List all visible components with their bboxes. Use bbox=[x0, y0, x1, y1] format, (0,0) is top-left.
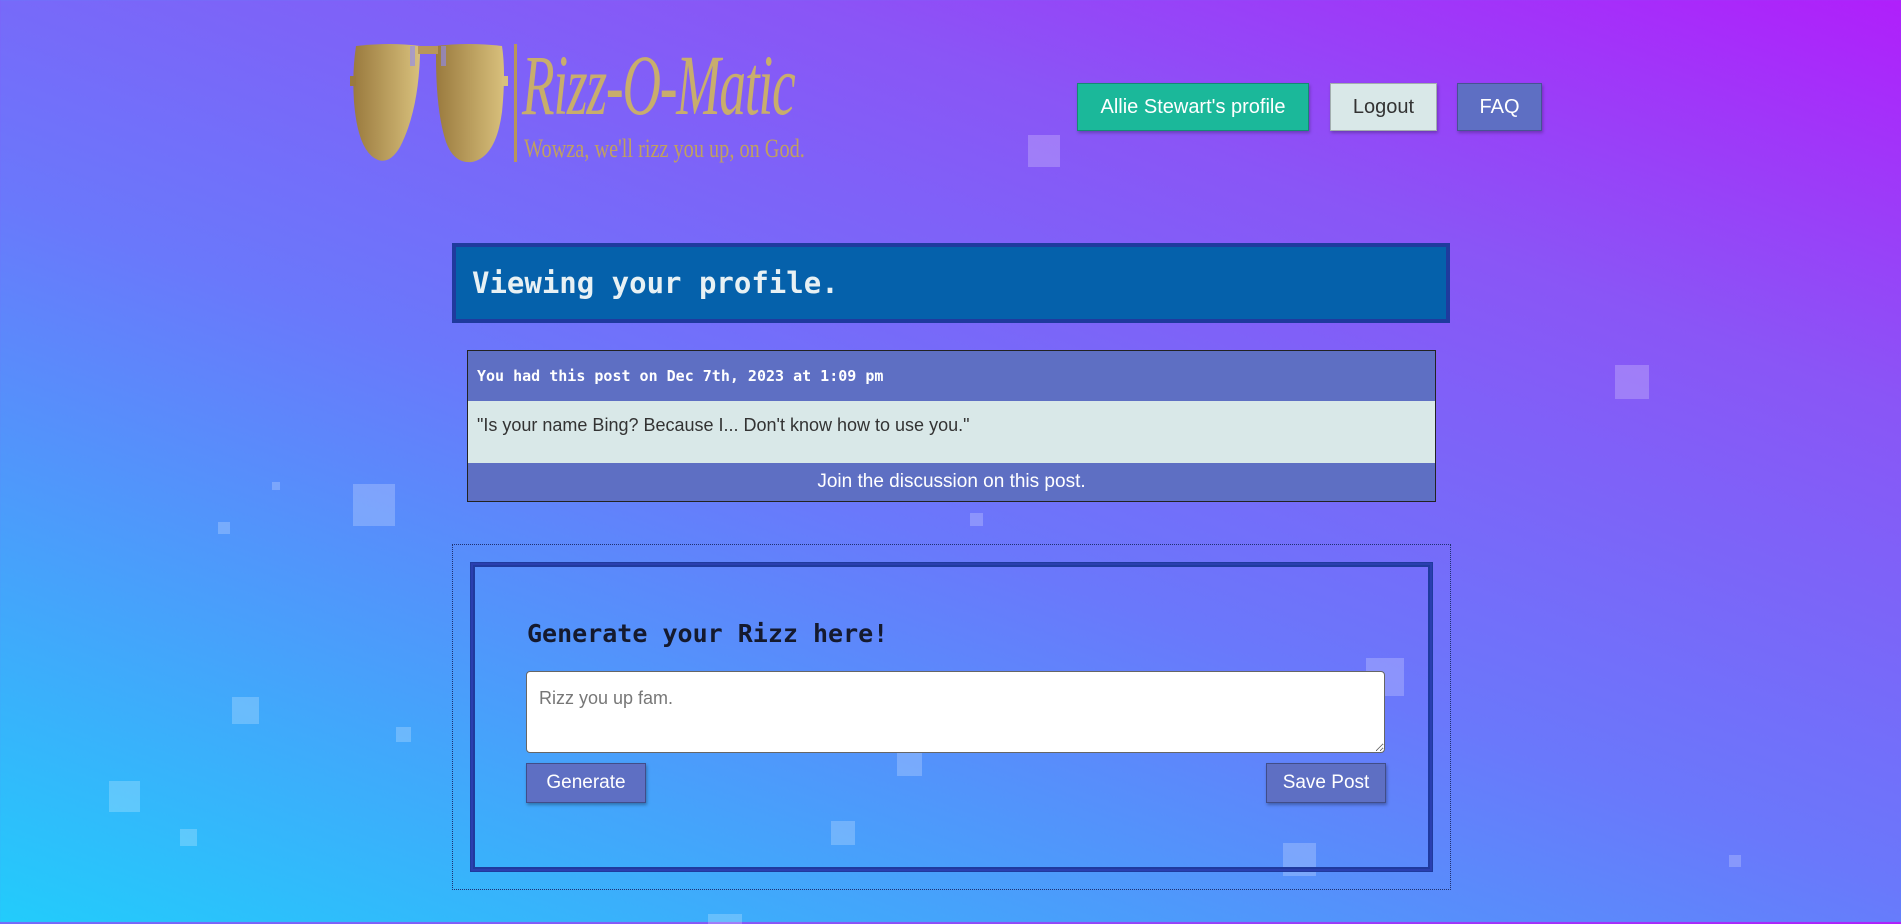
save-post-button[interactable]: Save Post bbox=[1266, 763, 1386, 803]
logo-divider bbox=[514, 44, 517, 162]
decor-square bbox=[708, 914, 742, 924]
post-text: "Is your name Bing? Because I... Don't k… bbox=[468, 401, 1435, 463]
profile-button[interactable]: Allie Stewart's profile bbox=[1077, 83, 1309, 131]
decor-square bbox=[1028, 135, 1060, 167]
decor-square bbox=[109, 781, 140, 812]
rizz-input[interactable] bbox=[526, 671, 1385, 753]
logo-title: Rizz-O-Matic bbox=[522, 37, 796, 133]
decor-square bbox=[232, 697, 259, 724]
decor-square bbox=[970, 513, 983, 526]
faq-button[interactable]: FAQ bbox=[1457, 83, 1542, 131]
decor-square bbox=[272, 482, 280, 490]
join-discussion-link[interactable]: Join the discussion on this post. bbox=[468, 463, 1435, 501]
logout-button[interactable]: Logout bbox=[1330, 83, 1437, 131]
decor-square bbox=[396, 727, 411, 742]
decor-square bbox=[180, 829, 197, 846]
decor-square bbox=[353, 484, 395, 526]
site-logo[interactable]: Rizz-O-Matic Wowza, we'll rizz you up, o… bbox=[350, 42, 810, 172]
aviator-sunglasses-icon bbox=[350, 44, 508, 163]
generator-section: Generate your Rizz here! Generate Save P… bbox=[452, 544, 1451, 890]
post-card: You had this post on Dec 7th, 2023 at 1:… bbox=[467, 350, 1436, 502]
decor-square bbox=[218, 522, 230, 534]
generator-panel: Generate your Rizz here! Generate Save P… bbox=[470, 562, 1433, 872]
generator-title: Generate your Rizz here! bbox=[527, 619, 889, 648]
generate-button[interactable]: Generate bbox=[526, 763, 646, 803]
decor-square bbox=[1615, 365, 1649, 399]
decor-square bbox=[1729, 855, 1741, 867]
logo-tagline: Wowza, we'll rizz you up, on God. bbox=[524, 134, 805, 163]
page-title: Viewing your profile. bbox=[472, 266, 839, 300]
post-date: You had this post on Dec 7th, 2023 at 1:… bbox=[468, 351, 1435, 401]
page-banner: Viewing your profile. bbox=[452, 243, 1450, 323]
